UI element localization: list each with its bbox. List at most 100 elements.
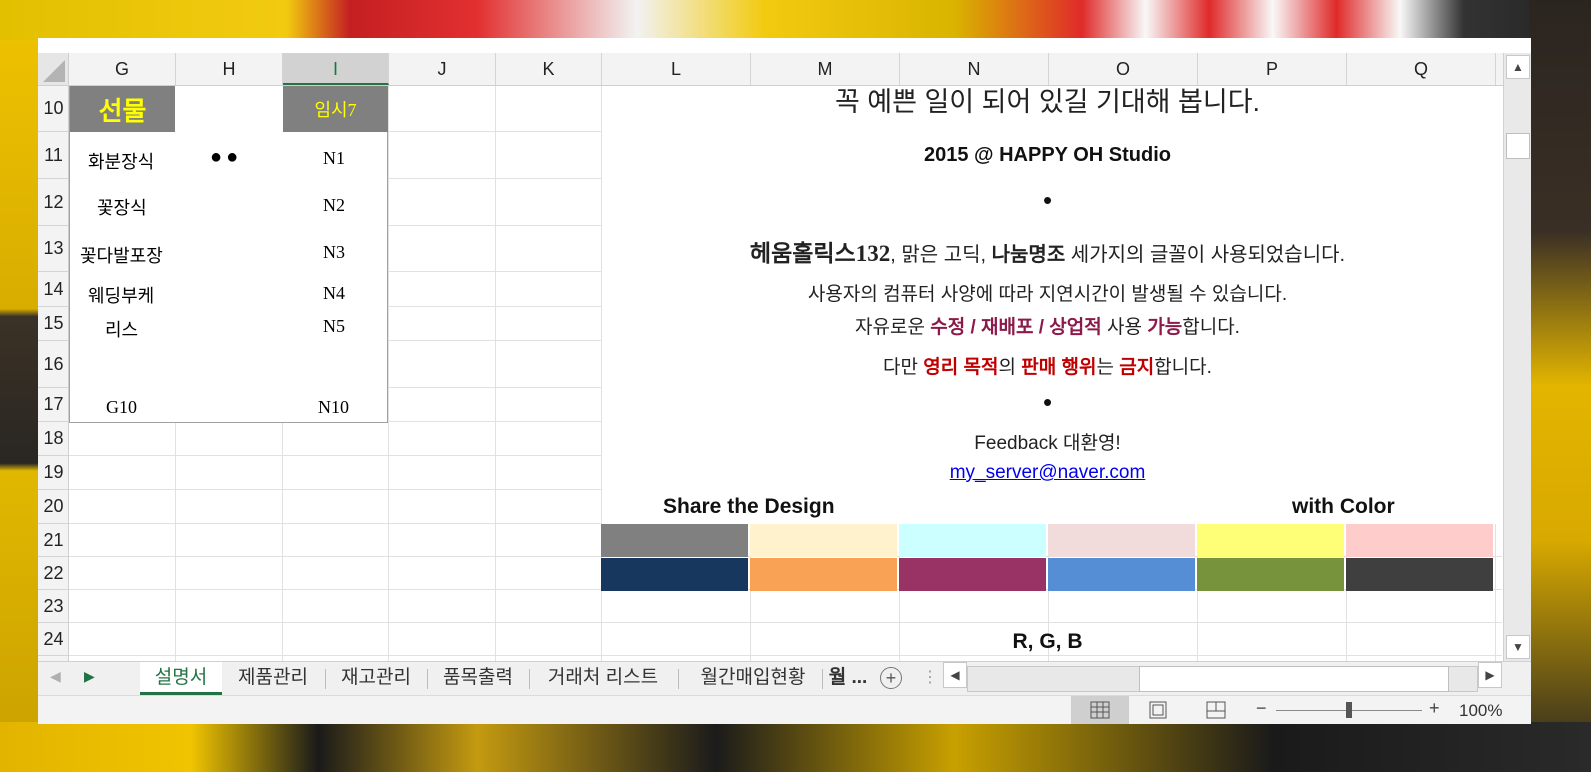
dots-marker: ●●	[210, 146, 243, 168]
free-highlight-2: 가능	[1147, 317, 1183, 338]
item-name-5[interactable]: 리스	[105, 316, 138, 342]
studio-credit[interactable]: 2015 @ HAPPY OH Studio	[601, 144, 1494, 167]
column-header-Q[interactable]: Q	[1347, 53, 1496, 85]
item-code-3[interactable]: N3	[323, 242, 345, 263]
tab-inventory[interactable]: 재고관리	[329, 662, 423, 695]
item-code-1[interactable]: N1	[323, 148, 345, 169]
color-swatch[interactable]	[601, 558, 748, 591]
color-swatch[interactable]	[601, 524, 748, 557]
color-swatch[interactable]	[1048, 558, 1195, 591]
item-code-4[interactable]: N4	[323, 283, 345, 304]
zoom-out-icon[interactable]: −	[1256, 698, 1267, 719]
item-name-10[interactable]: G10	[106, 397, 137, 418]
row-header-24[interactable]: 24	[38, 623, 68, 656]
color-swatch[interactable]	[750, 524, 897, 557]
column-header-L[interactable]: L	[602, 53, 751, 85]
color-swatch[interactable]	[1346, 558, 1493, 591]
normal-view-button[interactable]	[1071, 696, 1129, 724]
license-free-line[interactable]: 자유로운 수정 / 재배포 / 상업적 사용 가능합니다.	[601, 312, 1494, 339]
row-header-11[interactable]: 11	[38, 132, 68, 179]
column-header-I[interactable]: I	[283, 53, 389, 85]
hscroll-right-icon[interactable]: ▶	[1478, 662, 1502, 688]
color-swatch[interactable]	[899, 558, 1046, 591]
row-header-16[interactable]: 16	[38, 341, 68, 388]
zoom-in-icon[interactable]: +	[1429, 698, 1440, 719]
page-break-preview-button[interactable]	[1187, 696, 1245, 724]
color-swatch[interactable]	[750, 558, 897, 591]
color-swatch[interactable]	[1048, 524, 1195, 557]
item-code-10[interactable]: N10	[318, 397, 349, 418]
ban-mid-2: 는	[1096, 357, 1120, 378]
tab-splitter-icon[interactable]: ⋮	[922, 667, 938, 687]
zoom-slider-thumb[interactable]	[1346, 702, 1352, 718]
cell-grid[interactable]: 선물 임시7 화분장식 ●● N1 꽃장식 N2 꽃다발포장 N3 웨딩부케 N…	[69, 86, 1502, 661]
rgb-label[interactable]: R, G, B	[601, 630, 1494, 654]
column-header-K[interactable]: K	[496, 53, 602, 85]
row-header-20[interactable]: 20	[38, 490, 68, 524]
color-swatch[interactable]	[1197, 524, 1344, 557]
row-header-23[interactable]: 23	[38, 590, 68, 623]
temp-header-cell[interactable]: 임시7	[283, 86, 388, 132]
feedback-text[interactable]: Feedback 대환영!	[601, 428, 1494, 455]
ban-highlight-3: 금지	[1119, 357, 1155, 378]
column-header-N[interactable]: N	[900, 53, 1049, 85]
column-header-H[interactable]: H	[176, 53, 283, 85]
hscroll-left-icon[interactable]: ◀	[943, 662, 967, 688]
column-header-O[interactable]: O	[1049, 53, 1198, 85]
tab-separator	[529, 669, 530, 689]
tab-monthly-purchase[interactable]: 월간매입현황	[682, 662, 824, 695]
select-all-corner[interactable]	[38, 53, 69, 86]
item-name-3[interactable]: 꽃다발포장	[80, 242, 163, 268]
row-header-21[interactable]: 21	[38, 524, 68, 557]
delay-notice[interactable]: 사용자의 컴퓨터 사양에 따라 지연시간이 발생될 수 있습니다.	[601, 279, 1494, 306]
column-header-G[interactable]: G	[69, 53, 176, 85]
grid-line-horizontal	[69, 655, 1502, 656]
color-swatch[interactable]	[1346, 524, 1493, 557]
row-header-18[interactable]: 18	[38, 422, 68, 456]
row-header-17[interactable]: 17	[38, 388, 68, 422]
with-color-label[interactable]: with Color	[1292, 495, 1395, 519]
row-header-19[interactable]: 19	[38, 456, 68, 490]
item-code-5[interactable]: N5	[323, 316, 345, 337]
column-header-J[interactable]: J	[389, 53, 496, 85]
vertical-scroll-thumb[interactable]	[1506, 133, 1530, 159]
row-header-22[interactable]: 22	[38, 557, 68, 590]
tab-product-management[interactable]: 제품관리	[226, 662, 320, 695]
scroll-up-icon[interactable]: ▲	[1506, 55, 1530, 79]
color-swatch[interactable]	[1197, 558, 1344, 591]
row-header-14[interactable]: 14	[38, 272, 68, 307]
row-header-10[interactable]: 10	[38, 86, 68, 132]
share-design-label[interactable]: Share the Design	[663, 495, 835, 519]
tab-item-output[interactable]: 품목출력	[431, 662, 525, 695]
add-sheet-icon[interactable]: +	[880, 667, 902, 689]
column-header-M[interactable]: M	[751, 53, 900, 85]
email-link[interactable]: my_server@naver.com	[601, 462, 1494, 484]
zoom-level[interactable]: 100%	[1459, 701, 1502, 721]
color-palette	[601, 524, 1494, 592]
tab-instructions[interactable]: 설명서	[140, 662, 222, 695]
license-ban-line[interactable]: 다만 영리 목적의 판매 행위는 금지합니다.	[601, 352, 1494, 379]
tab-separator	[678, 669, 679, 689]
closing-message[interactable]: 꼭 예쁜 일이 되어 있길 기대해 봅니다.	[601, 86, 1494, 119]
row-header-12[interactable]: 12	[38, 179, 68, 226]
free-mid: 사용	[1101, 317, 1148, 338]
item-name-4[interactable]: 웨딩부케	[88, 282, 154, 308]
tab-scroll-right-icon[interactable]: ▶	[84, 668, 95, 685]
item-code-2[interactable]: N2	[323, 195, 345, 216]
fonts-rest: 세가지의 글꼴이 사용되었습니다.	[1065, 244, 1346, 266]
row-header-13[interactable]: 13	[38, 226, 68, 272]
color-swatch[interactable]	[899, 524, 1046, 557]
item-name-1[interactable]: 화분장식	[88, 148, 154, 174]
page-layout-button[interactable]	[1129, 696, 1187, 724]
vertical-scrollbar[interactable]: ▲ ▼	[1503, 53, 1531, 661]
column-header-P[interactable]: P	[1198, 53, 1347, 85]
tab-more[interactable]: 월 ...	[826, 662, 870, 695]
row-header-15[interactable]: 15	[38, 307, 68, 341]
tab-scroll-left-icon[interactable]: ◀	[50, 668, 61, 685]
tab-vendor-list[interactable]: 거래처 리스트	[533, 662, 673, 695]
scroll-down-icon[interactable]: ▼	[1506, 635, 1530, 659]
item-name-2[interactable]: 꽃장식	[97, 194, 147, 220]
fonts-line[interactable]: 헤움홀릭스132, 맑은 고딕, 나눔명조 세가지의 글꼴이 사용되었습니다.	[601, 234, 1494, 268]
gift-header-cell[interactable]: 선물	[70, 86, 175, 132]
horizontal-scroll-thumb[interactable]	[1139, 666, 1449, 692]
